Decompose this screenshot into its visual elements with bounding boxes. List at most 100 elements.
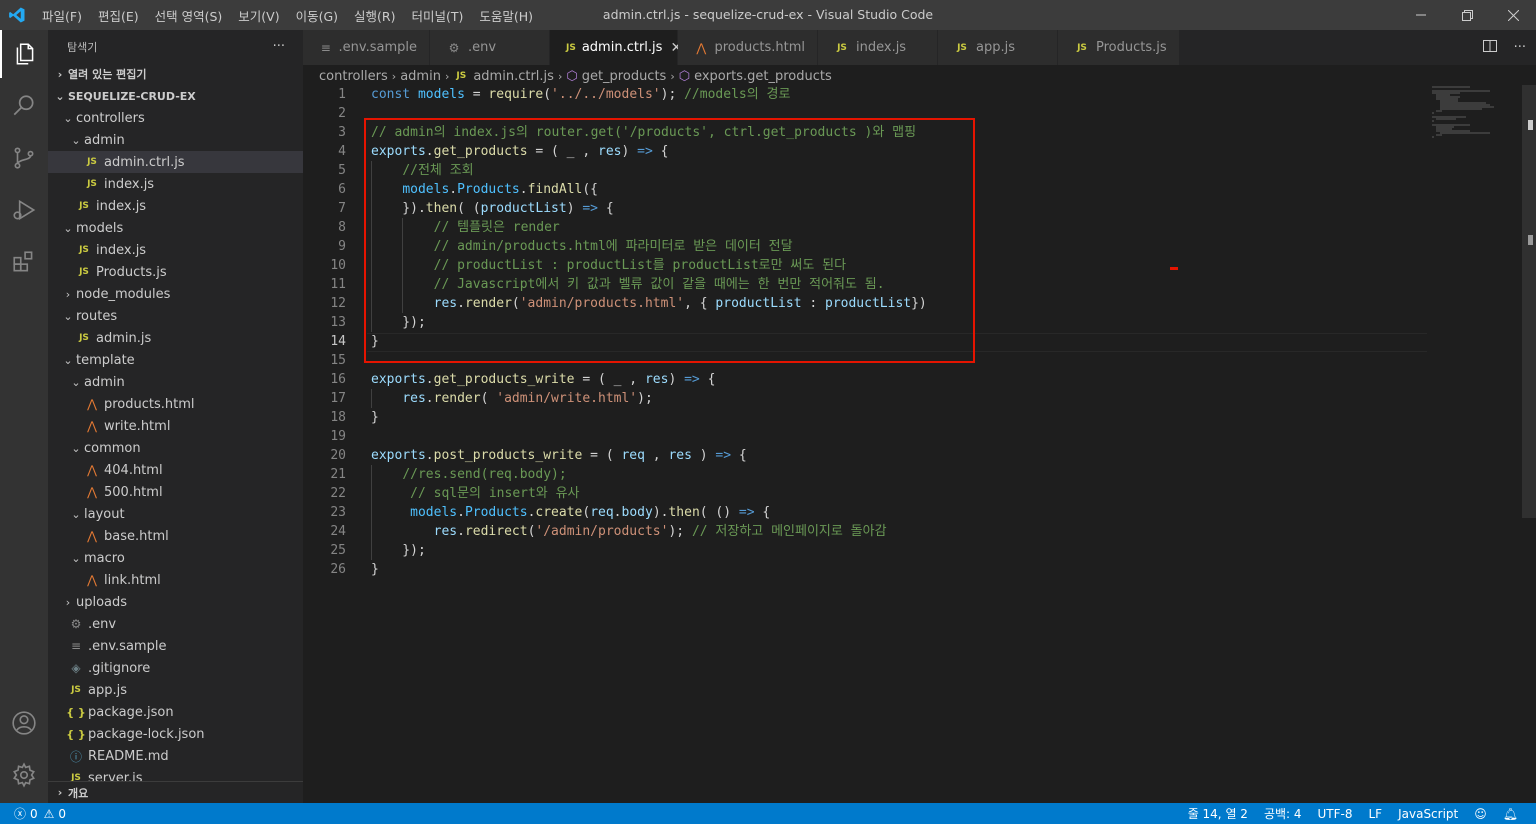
code-token: res xyxy=(433,296,458,311)
line-number: 23 xyxy=(330,505,346,520)
tree-folder[interactable]: › uploads xyxy=(48,591,303,613)
breadcrumb-item[interactable]: admin.ctrl.js xyxy=(473,69,554,84)
text-file-icon: ≡ xyxy=(70,639,82,653)
run-debug-icon[interactable] xyxy=(0,186,48,234)
tree-folder[interactable]: ⌄ controllers xyxy=(48,107,303,129)
menu-item[interactable]: 선택 영역(S) xyxy=(147,6,231,25)
code-token: models xyxy=(417,87,465,102)
split-editor-icon[interactable] xyxy=(1482,38,1498,58)
close-window-icon[interactable] xyxy=(1490,0,1536,30)
tree-file[interactable]: JS index.js xyxy=(48,195,303,217)
menu-item[interactable]: 도움말(H) xyxy=(471,6,541,25)
tree-item-label: products.html xyxy=(104,396,195,412)
tree-folder[interactable]: ⌄ admin xyxy=(48,371,303,393)
code-token: 'admin/write.html' xyxy=(496,391,638,406)
tree-folder[interactable]: ⌄ routes xyxy=(48,305,303,327)
code-text: exports.get_products_write = ( _ , res) … xyxy=(371,370,715,389)
minimap[interactable] xyxy=(1430,85,1522,145)
editor-tab[interactable]: ⋀ products.html xyxy=(678,30,818,65)
vscode-logo-icon xyxy=(0,0,34,30)
tree-file[interactable]: ⋀ link.html xyxy=(48,569,303,591)
code-token: ( xyxy=(582,505,591,520)
menu-item[interactable]: 파일(F) xyxy=(34,6,90,25)
menu-item[interactable]: 터미널(T) xyxy=(404,6,472,25)
tree-item-label: .env.sample xyxy=(88,638,167,654)
code-token: Products xyxy=(457,182,520,197)
tree-file[interactable]: ◈ .gitignore xyxy=(48,657,303,679)
tree-file[interactable]: { } package-lock.json xyxy=(48,723,303,745)
tree-folder[interactable]: ⌄ template xyxy=(48,349,303,371)
js-file-icon: JS xyxy=(79,201,89,211)
encoding[interactable]: UTF-8 xyxy=(1310,807,1361,821)
tree-folder[interactable]: ⌄ layout xyxy=(48,503,303,525)
breadcrumb-item[interactable]: get_products xyxy=(582,69,667,84)
more-actions-icon[interactable]: ··· xyxy=(273,39,285,54)
tree-file[interactable]: JS index.js xyxy=(48,173,303,195)
project-section[interactable]: ⌄ SEQUELIZE-CRUD-EX xyxy=(48,85,303,107)
vertical-scrollbar[interactable] xyxy=(1522,85,1536,518)
settings-gear-icon[interactable] xyxy=(0,751,48,799)
code-token: exports xyxy=(371,448,426,463)
indentation[interactable]: 공백: 4 xyxy=(1256,805,1310,822)
editor-tab[interactable]: JS app.js xyxy=(938,30,1058,65)
problems-indicator[interactable]: ⓧ 0 ⚠ 0 xyxy=(0,805,66,822)
tree-file[interactable]: JS admin.ctrl.js xyxy=(48,151,303,173)
breadcrumb-item[interactable]: exports.get_products xyxy=(694,69,832,84)
tree-file[interactable]: ⋀ base.html xyxy=(48,525,303,547)
source-control-icon[interactable] xyxy=(0,134,48,182)
tree-folder[interactable]: › node_modules xyxy=(48,283,303,305)
editor-tab[interactable]: JS index.js xyxy=(818,30,938,65)
tree-file[interactable]: ⓘ README.md xyxy=(48,745,303,767)
account-icon[interactable] xyxy=(0,699,48,747)
tree-file[interactable]: ⋀ 500.html xyxy=(48,481,303,503)
tree-file[interactable]: ⋀ products.html xyxy=(48,393,303,415)
breadcrumb-item[interactable]: controllers xyxy=(319,69,388,84)
end-of-line[interactable]: LF xyxy=(1361,807,1391,821)
code-token: productList xyxy=(715,296,802,311)
search-icon[interactable] xyxy=(0,82,48,130)
menu-item[interactable]: 보기(V) xyxy=(230,6,287,25)
tree-file[interactable]: JS admin.js xyxy=(48,327,303,349)
tree-file[interactable]: ⋀ write.html xyxy=(48,415,303,437)
minimize-icon[interactable] xyxy=(1398,0,1444,30)
tree-folder[interactable]: ⌄ models xyxy=(48,217,303,239)
tree-folder[interactable]: ⌄ common xyxy=(48,437,303,459)
menu-item[interactable]: 이동(G) xyxy=(288,6,346,25)
tree-file[interactable]: ⚙ .env xyxy=(48,613,303,635)
tree-file[interactable]: { } package.json xyxy=(48,701,303,723)
notifications-bell-icon[interactable]: 🔔︎ xyxy=(1495,807,1526,821)
menu-item[interactable]: 편집(E) xyxy=(90,6,147,25)
code-text: exports.get_products = ( _ , res) => { xyxy=(371,142,668,161)
more-editor-actions-icon[interactable]: ··· xyxy=(1514,40,1526,55)
tree-item-label: index.js xyxy=(96,242,147,258)
feedback-icon[interactable]: ☺ xyxy=(1466,807,1495,821)
tree-file[interactable]: ⋀ 404.html xyxy=(48,459,303,481)
open-editors-section[interactable]: › 열려 있는 편집기 xyxy=(48,63,303,85)
outline-section[interactable]: › 개요 xyxy=(48,781,303,803)
line-number: 13 xyxy=(330,315,346,330)
code-text: // sql문의 insert와 유사 xyxy=(371,484,579,503)
tree-folder[interactable]: ⌄ macro xyxy=(48,547,303,569)
extensions-icon[interactable] xyxy=(0,238,48,286)
tree-file[interactable]: JS index.js xyxy=(48,239,303,261)
code-line: 19 xyxy=(303,427,1423,446)
line-number: 17 xyxy=(330,391,346,406)
tree-file[interactable]: ≡ .env.sample xyxy=(48,635,303,657)
tree-file[interactable]: JS app.js xyxy=(48,679,303,701)
editor-tab[interactable]: JS admin.ctrl.js ✕ xyxy=(550,30,682,65)
menu-item[interactable]: 실행(R) xyxy=(346,6,403,25)
editor-tab[interactable]: JS Products.js xyxy=(1058,30,1180,65)
editor-tab[interactable]: ⚙ .env xyxy=(430,30,550,65)
explorer-icon[interactable] xyxy=(0,30,48,78)
language-mode[interactable]: JavaScript xyxy=(1390,807,1466,821)
code-token: // admin/products.html에 파라미터로 받은 데이터 전달 xyxy=(433,239,793,254)
tree-file[interactable]: JS Products.js xyxy=(48,261,303,283)
code-editor[interactable]: 1 const models = require('../../models');… xyxy=(303,85,1427,785)
editor-tab[interactable]: ≡ .env.sample xyxy=(303,30,430,65)
restore-icon[interactable] xyxy=(1444,0,1490,30)
cursor-position[interactable]: 줄 14, 열 2 xyxy=(1180,805,1256,822)
breadcrumb-item[interactable]: admin xyxy=(400,69,441,84)
tree-folder[interactable]: ⌄ admin xyxy=(48,129,303,151)
